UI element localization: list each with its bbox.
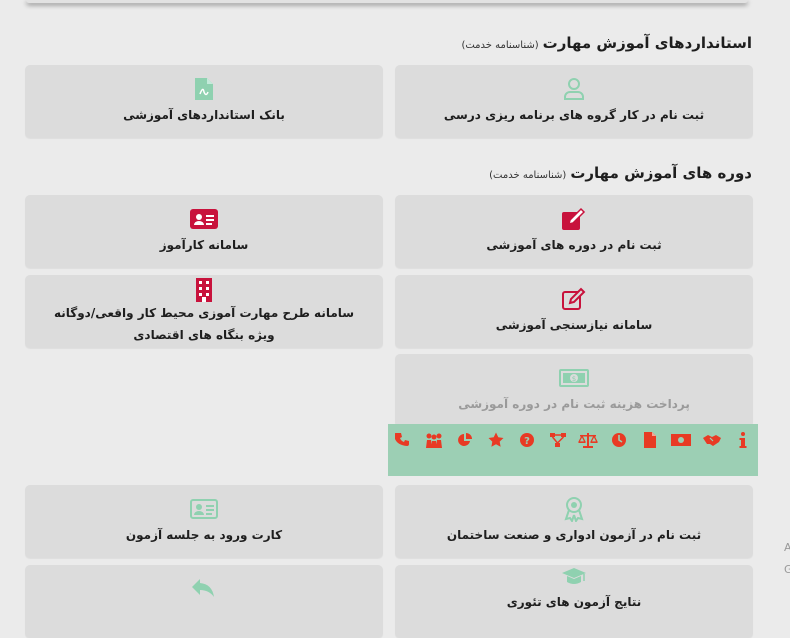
- card-register-curriculum-group[interactable]: ثبت نام در کار گروه های برنامه ریزی درسی: [395, 65, 753, 138]
- card-partial-bottom[interactable]: [25, 565, 383, 638]
- handshake-icon[interactable]: [698, 426, 726, 454]
- card-label: ثبت نام در آزمون ادواری و صنعت ساختمان: [446, 527, 702, 542]
- clock-icon[interactable]: [605, 426, 633, 454]
- floating-toolbar: ?: [388, 424, 758, 455]
- card-course-register[interactable]: ثبت نام در دوره های آموزشی: [395, 195, 753, 268]
- card-label-line1: سامانه طرح مهارت آموزی محیط کار واقعی/دو…: [53, 305, 355, 320]
- card-label: کارت ورود به جلسه آزمون: [125, 527, 283, 542]
- money-bill-icon[interactable]: [667, 426, 695, 454]
- section-subtitle: (شناسنامه خدمت): [461, 40, 539, 51]
- section-subtitle: (شناسنامه خدمت): [489, 170, 567, 181]
- pdf-file-icon: [194, 76, 214, 102]
- edit-icon: [561, 286, 587, 312]
- id-card-icon: [190, 496, 218, 522]
- info-icon[interactable]: [729, 426, 757, 454]
- question-icon[interactable]: ?: [513, 426, 541, 454]
- svg-text:$: $: [572, 375, 576, 383]
- award-icon: [564, 496, 584, 522]
- card-label: پرداخت هزینه ثبت نام در دوره آموزشی: [458, 396, 690, 411]
- svg-text:?: ?: [524, 436, 530, 447]
- toolbar-extension: [388, 455, 758, 476]
- star-icon[interactable]: [482, 426, 510, 454]
- building-icon: [195, 277, 213, 302]
- card-standards-bank[interactable]: بانک استانداردهای آموزشی: [25, 65, 383, 138]
- card-label-line2: ویژه بنگاه های اقتصادی: [133, 327, 275, 342]
- money-icon: $: [559, 365, 589, 391]
- card-label: نتایج آزمون های تئوری: [506, 595, 642, 609]
- reply-icon: [190, 575, 218, 601]
- sitemap-icon[interactable]: [544, 426, 572, 454]
- card-exam-register[interactable]: ثبت نام در آزمون ادواری و صنعت ساختمان: [395, 485, 753, 558]
- edge-text-fragment: A: [784, 541, 790, 554]
- card-label: بانک استانداردهای آموزشی: [123, 107, 285, 122]
- card-payment[interactable]: $ پرداخت هزینه ثبت نام در دوره آموزشی: [395, 354, 753, 427]
- graduation-cap-icon: [561, 565, 587, 591]
- users-icon[interactable]: [420, 426, 448, 454]
- card-theory-results[interactable]: نتایج آزمون های تئوری: [395, 565, 753, 638]
- edit-icon: [561, 206, 587, 232]
- user-icon: [562, 76, 586, 102]
- card-label: ثبت نام در دوره های آموزشی: [486, 237, 662, 252]
- edge-text-fragment: G: [784, 563, 790, 576]
- card-exam-entry-card[interactable]: کارت ورود به جلسه آزمون: [25, 485, 383, 558]
- section-title-text: دوره های آموزش مهارت: [570, 164, 752, 182]
- balance-scale-icon[interactable]: [574, 426, 602, 454]
- section-title-standards: استانداردهای آموزش مهارت(شناسنامه خدمت): [461, 34, 752, 52]
- id-card-icon: [190, 206, 218, 232]
- phone-icon[interactable]: [389, 426, 417, 454]
- card-needs-assessment[interactable]: سامانه نیازسنجی آموزشی: [395, 275, 753, 348]
- card-label: سامانه نیازسنجی آموزشی: [495, 317, 653, 332]
- card-label: ثبت نام در کار گروه های برنامه ریزی درسی: [443, 107, 705, 122]
- file-icon[interactable]: [636, 426, 664, 454]
- card-karamouz[interactable]: سامانه کارآموز: [25, 195, 383, 268]
- top-bar-edge: [26, 0, 748, 3]
- section-title-text: استانداردهای آموزش مهارت: [542, 34, 752, 52]
- card-workplace-training[interactable]: سامانه طرح مهارت آموزی محیط کار واقعی/دو…: [25, 275, 383, 348]
- section-title-courses: دوره های آموزش مهارت(شناسنامه خدمت): [489, 164, 752, 182]
- card-label: سامانه کارآموز: [159, 237, 249, 252]
- pie-chart-icon[interactable]: [451, 426, 479, 454]
